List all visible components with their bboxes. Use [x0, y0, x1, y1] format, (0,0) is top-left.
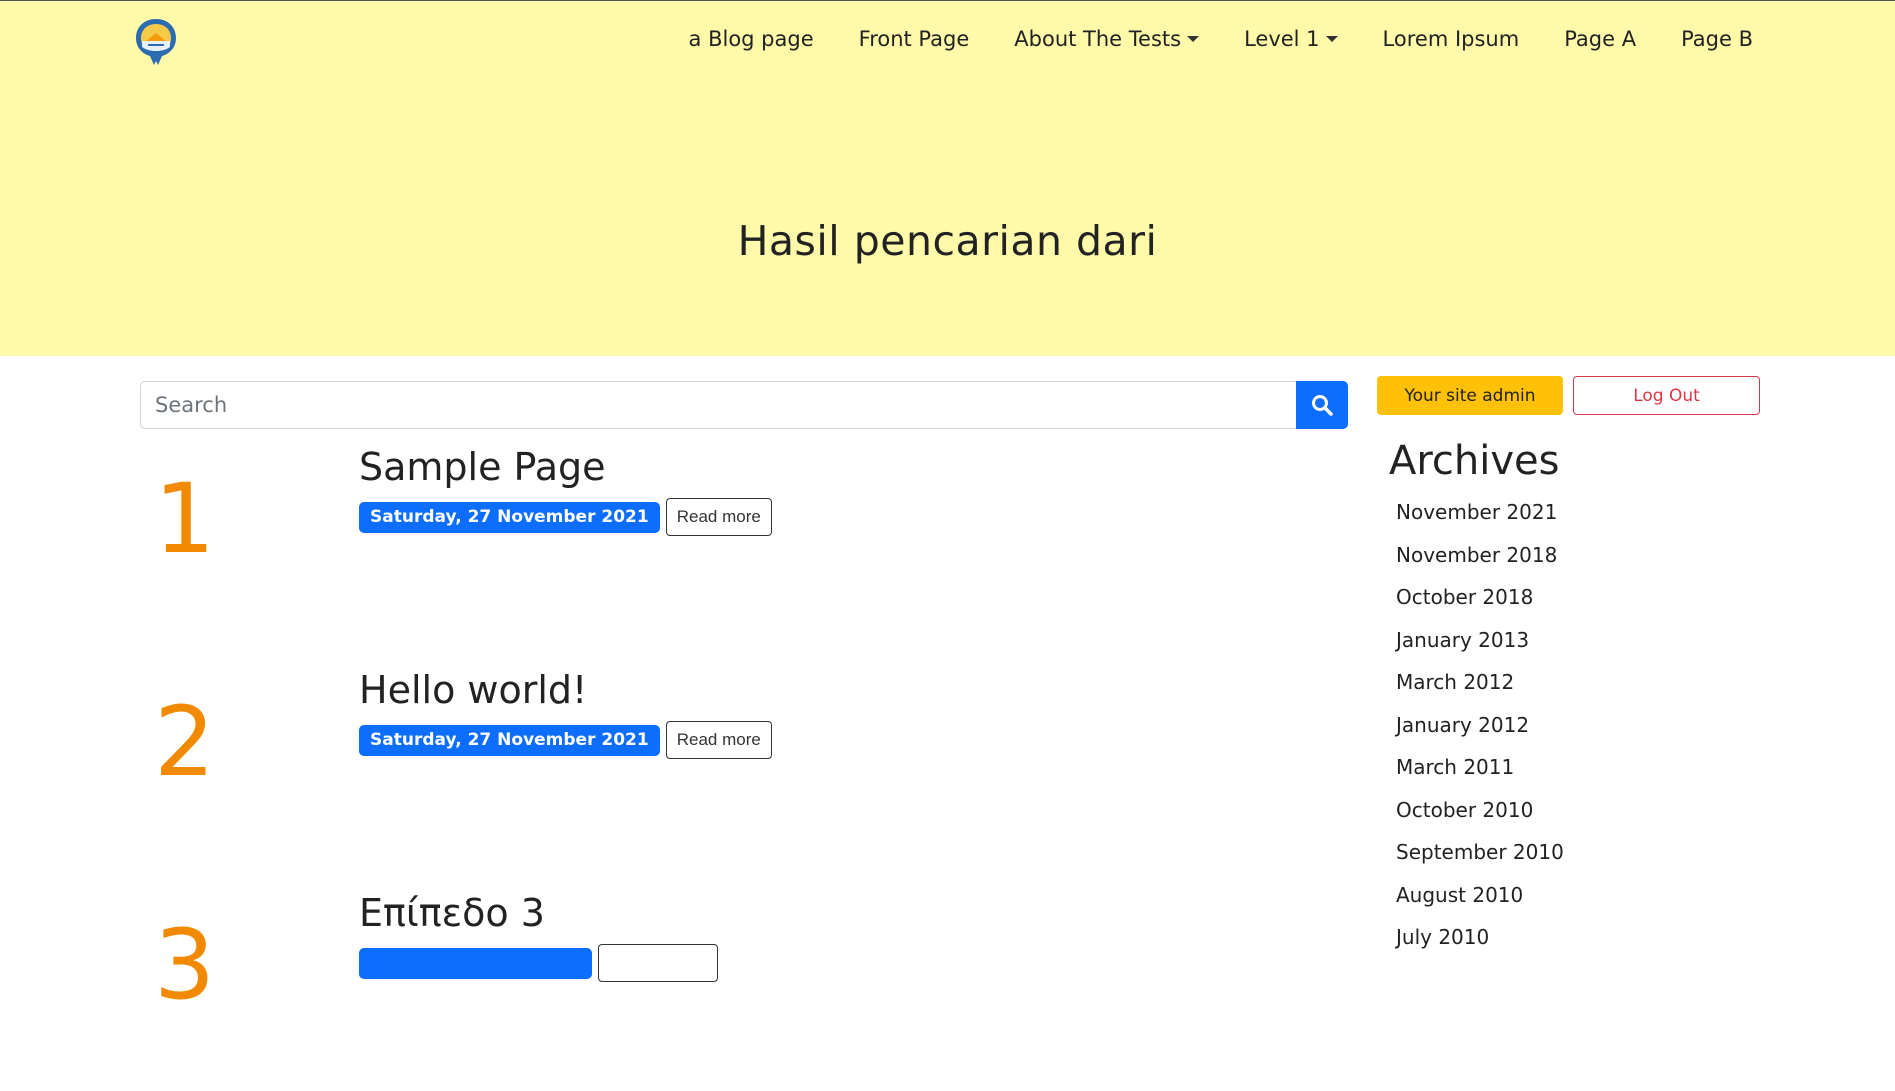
archive-link[interactable]: November 2018: [1396, 543, 1769, 586]
read-more-button[interactable]: [598, 944, 718, 982]
post-meta: Saturday, 27 November 2021 Read more: [359, 721, 772, 759]
read-more-button[interactable]: Read more: [665, 498, 772, 536]
archive-link[interactable]: July 2010: [1396, 925, 1769, 968]
search-button[interactable]: [1296, 381, 1348, 429]
archives-title: Archives: [1389, 438, 1560, 484]
date-badge: [359, 947, 592, 979]
post-meta: Saturday, 27 November 2021 Read more: [359, 498, 772, 536]
nav-label: Page B: [1681, 27, 1753, 51]
archive-link[interactable]: August 2010: [1396, 883, 1769, 926]
search-input[interactable]: [140, 381, 1296, 429]
hero-banner: a Blog page Front Page About The Tests L…: [0, 0, 1895, 356]
nav-item-lorem-ipsum[interactable]: Lorem Ipsum: [1383, 27, 1520, 51]
post-title[interactable]: Sample Page: [359, 445, 606, 489]
post-number: 3: [154, 909, 216, 1021]
archive-link[interactable]: March 2011: [1396, 755, 1769, 798]
archive-link[interactable]: September 2010: [1396, 840, 1769, 883]
archives-widget: Archives November 2021 November 2018 Oct…: [1389, 438, 1769, 968]
nav-label: a Blog page: [688, 27, 814, 51]
main-nav: a Blog page Front Page About The Tests L…: [689, 27, 1753, 51]
archive-link[interactable]: October 2010: [1396, 798, 1769, 841]
nav-item-blog[interactable]: a Blog page: [689, 27, 814, 51]
site-logo[interactable]: [133, 17, 179, 67]
archive-link[interactable]: November 2021: [1396, 500, 1769, 543]
list-item: 1 Sample Page Saturday, 27 November 2021…: [140, 445, 1040, 645]
archive-list: November 2021 November 2018 October 2018…: [1389, 500, 1769, 968]
archive-link[interactable]: October 2018: [1396, 585, 1769, 628]
date-badge: Saturday, 27 November 2021: [359, 724, 660, 756]
list-item: 3 Επίπεδο 3: [140, 891, 1040, 1091]
nav-label: About The Tests: [1014, 27, 1182, 51]
logout-button[interactable]: Log Out: [1573, 376, 1760, 415]
archive-link[interactable]: January 2012: [1396, 713, 1769, 756]
archive-link[interactable]: March 2012: [1396, 670, 1769, 713]
post-number: 2: [154, 686, 216, 798]
nav-label: Lorem Ipsum: [1382, 27, 1520, 51]
page-title: Hasil pencarian dari: [737, 217, 1158, 265]
read-more-button[interactable]: Read more: [665, 721, 772, 759]
date-badge: Saturday, 27 November 2021: [359, 501, 660, 533]
logo-icon: [136, 19, 176, 65]
nav-item-page-b[interactable]: Page B: [1681, 27, 1753, 51]
post-title[interactable]: Επίπεδο 3: [359, 891, 545, 935]
post-meta: [359, 944, 718, 982]
post-title[interactable]: Hello world!: [359, 668, 587, 712]
search-icon: [1312, 395, 1333, 416]
nav-label: Front Page: [858, 27, 970, 51]
nav-item-page-a[interactable]: Page A: [1564, 27, 1636, 51]
chevron-down-icon: [1325, 36, 1338, 42]
nav-label: Page A: [1564, 27, 1637, 51]
post-number: 1: [154, 463, 216, 575]
list-item: 2 Hello world! Saturday, 27 November 202…: [140, 668, 1040, 868]
site-admin-button[interactable]: Your site admin: [1377, 376, 1563, 415]
search-bar: [140, 381, 1348, 429]
nav-item-about-the-tests[interactable]: About The Tests: [1014, 27, 1200, 51]
chevron-down-icon: [1187, 36, 1200, 42]
nav-item-front-page[interactable]: Front Page: [859, 27, 970, 51]
nav-item-level-1[interactable]: Level 1: [1244, 27, 1338, 51]
archive-link[interactable]: January 2013: [1396, 628, 1769, 671]
nav-label: Level 1: [1244, 27, 1320, 51]
